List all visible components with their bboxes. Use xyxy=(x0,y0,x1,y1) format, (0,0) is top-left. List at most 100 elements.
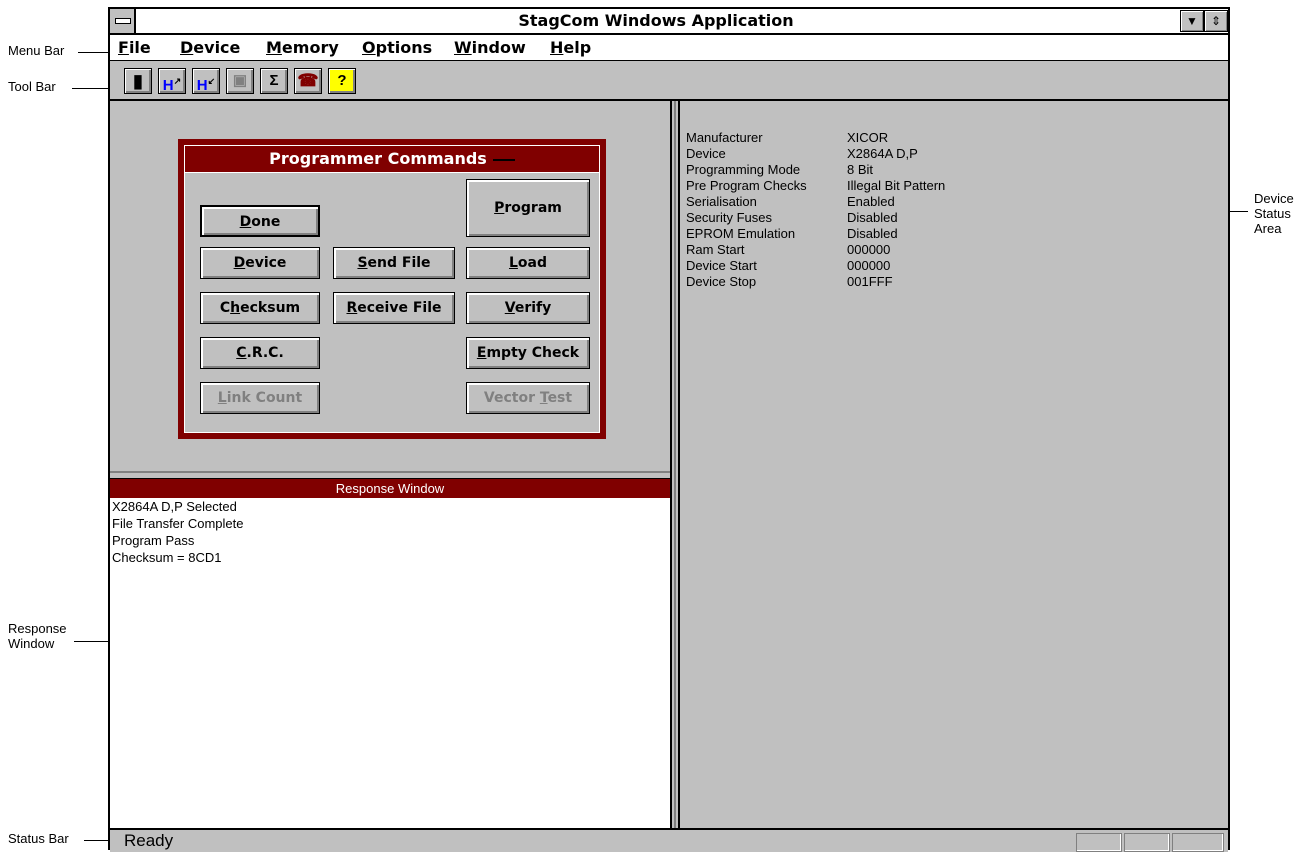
send-file-label: end File xyxy=(367,255,431,271)
menu-bar: File Device Memory Options Window Help xyxy=(110,35,1228,61)
receive-file-button[interactable]: Receive File xyxy=(333,292,455,324)
save-upload-icon: H xyxy=(162,77,174,94)
upload-tool-button[interactable]: H↗ xyxy=(158,68,186,94)
program-button[interactable]: Program xyxy=(466,179,590,237)
done-button[interactable]: Done xyxy=(200,205,320,237)
menu-memory[interactable]: Memory xyxy=(266,35,339,60)
menu-file[interactable]: File xyxy=(118,35,151,60)
menu-bar-callout: Menu Bar xyxy=(8,43,65,58)
horizontal-splitter[interactable] xyxy=(110,471,670,479)
menu-bar-callout-line xyxy=(78,52,112,53)
vector-test-label: est xyxy=(547,390,573,406)
vertical-splitter[interactable] xyxy=(670,101,680,828)
vector-test-hotkey: T xyxy=(539,390,548,406)
download-tool-button[interactable]: H↙ xyxy=(192,68,220,94)
menu-help[interactable]: Help xyxy=(550,35,591,60)
vector-test-prefix: Vector xyxy=(483,390,540,406)
load-button[interactable]: Load xyxy=(466,247,590,279)
status-value: Disabled xyxy=(847,210,898,225)
menu-device-label: evice xyxy=(193,38,241,57)
device-status-area-callout: Device Status Area xyxy=(1254,191,1294,236)
done-hotkey: D xyxy=(239,214,252,230)
menu-device-hotkey: D xyxy=(180,38,194,57)
verify-button[interactable]: Verify xyxy=(466,292,590,324)
menu-help-hotkey: H xyxy=(550,38,564,57)
status-indicator xyxy=(1172,833,1224,852)
status-value: 8 Bit xyxy=(847,162,874,177)
status-label: Device xyxy=(686,146,726,161)
receive-file-hotkey: R xyxy=(346,300,358,316)
crc-button[interactable]: C.R.C. xyxy=(200,337,320,369)
phone-tool-button[interactable]: ☎ xyxy=(294,68,322,94)
done-label: one xyxy=(251,214,281,230)
device-hotkey: D xyxy=(233,255,246,271)
response-window-callout: Response Window xyxy=(8,621,67,651)
status-label: Device Stop xyxy=(686,274,757,289)
status-indicator xyxy=(1124,833,1170,852)
menu-options-label: ptions xyxy=(375,38,433,57)
device-button[interactable]: Device xyxy=(200,247,320,279)
status-bar: Ready xyxy=(110,828,1228,852)
link-count-hotkey: L xyxy=(217,390,227,406)
menu-device[interactable]: Device xyxy=(180,35,240,60)
send-file-button[interactable]: Send File xyxy=(333,247,455,279)
lock-tool-button[interactable]: ▣ xyxy=(226,68,254,94)
checksum-label: ecksum xyxy=(240,300,301,316)
window-title: StagCom Windows Application xyxy=(518,11,794,30)
checksum-button[interactable]: Checksum xyxy=(200,292,320,324)
callout-line-3: Area xyxy=(1254,221,1282,236)
empty-check-label: mpty Check xyxy=(486,345,580,361)
help-tool-button[interactable]: ? xyxy=(328,68,356,94)
verify-label: erify xyxy=(514,300,552,316)
empty-check-button[interactable]: Empty Check xyxy=(466,337,590,369)
checksum-hotkey: h xyxy=(230,300,241,316)
system-menu-icon xyxy=(115,18,131,24)
menu-memory-label: emory xyxy=(281,38,339,57)
programmer-commands-dialog: Programmer Commands Done Program Device … xyxy=(178,139,606,439)
status-value: Enabled xyxy=(847,194,895,209)
dialog-title: Programmer Commands xyxy=(185,146,599,173)
response-lines: X2864A D,P Selected File Transfer Comple… xyxy=(112,498,244,566)
title-bar: StagCom Windows Application ▼ ⇕ xyxy=(110,9,1228,35)
restore-icon: ⇕ xyxy=(1210,14,1222,28)
status-value: XICOR xyxy=(847,130,889,145)
vector-test-button[interactable]: Vector Test xyxy=(466,382,590,414)
chip-icon: ▮ xyxy=(133,71,143,91)
response-line: Program Pass xyxy=(112,533,195,548)
checksum-tool-button[interactable]: Σ xyxy=(260,68,288,94)
response-window[interactable]: Response Window X2864A D,P Selected File… xyxy=(110,479,670,828)
device-tool-button[interactable]: ▮ xyxy=(124,68,152,94)
status-label: EPROM Emulation xyxy=(686,226,796,241)
menu-memory-hotkey: M xyxy=(266,38,282,57)
verify-hotkey: V xyxy=(504,300,515,316)
link-count-button[interactable]: Link Count xyxy=(200,382,320,414)
program-hotkey: P xyxy=(494,200,505,216)
callout-line-1: Response xyxy=(8,621,67,636)
program-label: rogram xyxy=(504,200,562,216)
status-label: Serialisation xyxy=(686,194,757,209)
minimize-icon: ▼ xyxy=(1186,14,1198,28)
dialog-title-dash xyxy=(492,158,515,161)
status-value: 000000 xyxy=(847,258,891,273)
response-line: File Transfer Complete xyxy=(112,516,244,531)
menu-window[interactable]: Window xyxy=(454,35,526,60)
callout-line-2: Window xyxy=(8,636,55,651)
sigma-icon: Σ xyxy=(269,72,279,89)
menu-options[interactable]: Options xyxy=(362,35,432,60)
main-window: StagCom Windows Application ▼ ⇕ File Dev… xyxy=(108,7,1230,852)
status-value: 001FFF xyxy=(847,274,893,289)
command-pane: Programmer Commands Done Program Device … xyxy=(110,101,670,471)
dialog-title-text: Programmer Commands xyxy=(269,149,487,168)
restore-button[interactable]: ⇕ xyxy=(1204,10,1228,32)
menu-options-hotkey: O xyxy=(362,38,376,57)
minimize-button[interactable]: ▼ xyxy=(1180,10,1204,32)
lock-icon: ▣ xyxy=(232,72,248,89)
send-file-hotkey: S xyxy=(357,255,368,271)
menu-window-hotkey: W xyxy=(454,38,472,57)
splitter-groove xyxy=(674,101,676,828)
help-question-icon: ? xyxy=(337,72,347,89)
status-value: Disabled xyxy=(847,226,898,241)
status-value: X2864A D,P xyxy=(847,146,918,161)
system-menu-button[interactable] xyxy=(110,9,136,33)
status-bar-callout: Status Bar xyxy=(8,831,69,846)
